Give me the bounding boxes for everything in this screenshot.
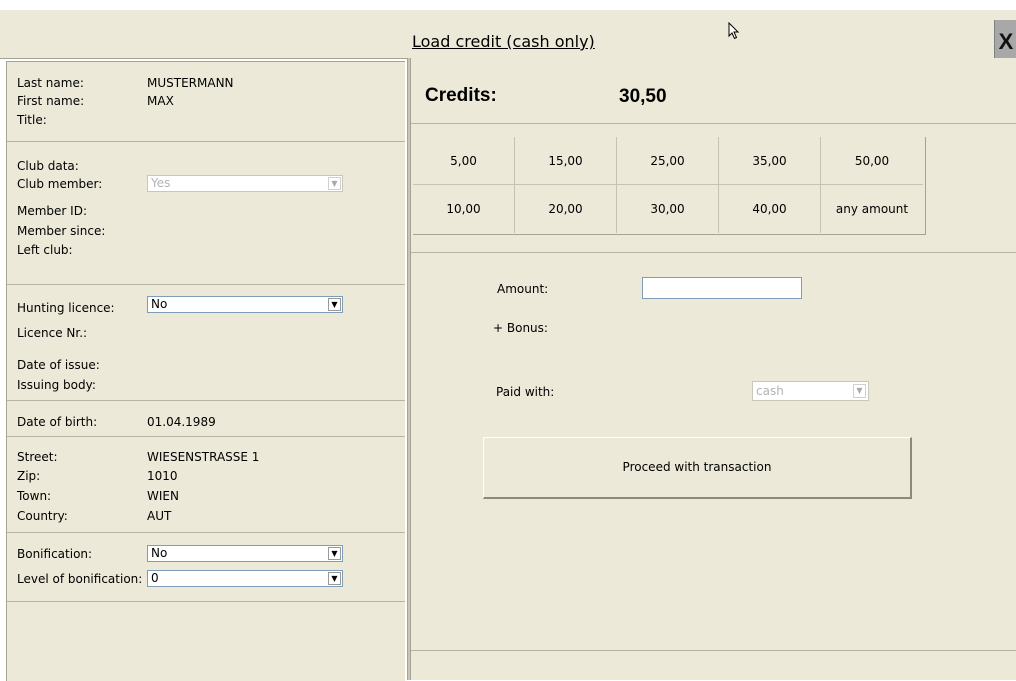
hunting-licence-label: Hunting licence: bbox=[17, 301, 115, 315]
level-of-bonification-value: 0 bbox=[151, 571, 159, 585]
amount-button[interactable]: 50,00 bbox=[821, 137, 923, 185]
date-of-birth-value: 01.04.1989 bbox=[147, 415, 216, 429]
credits-label: Credits: bbox=[425, 85, 497, 106]
date-of-issue-label: Date of issue: bbox=[17, 358, 100, 372]
date-of-birth-label: Date of birth: bbox=[17, 415, 98, 429]
bonus-label: + Bonus: bbox=[493, 321, 548, 335]
bonification-label: Bonification: bbox=[17, 547, 93, 561]
hunting-licence-select[interactable]: No ▼ bbox=[147, 296, 343, 313]
bonification-section: Bonification: No ▼ Level of bonification… bbox=[7, 533, 405, 602]
bonification-value: No bbox=[151, 546, 168, 560]
club-member-value: Yes bbox=[151, 176, 171, 190]
hunting-licence-section: Hunting licence: No ▼ Licence Nr.: Date … bbox=[7, 285, 405, 401]
member-since-label: Member since: bbox=[17, 224, 106, 238]
chevron-down-icon: ▼ bbox=[328, 572, 341, 585]
any-amount-button[interactable]: any amount bbox=[821, 185, 923, 233]
last-name-label: Last name: bbox=[17, 76, 84, 90]
chevron-down-icon: ▼ bbox=[853, 384, 866, 398]
title-label: Title: bbox=[17, 113, 47, 127]
paid-with-select[interactable]: cash ▼ bbox=[752, 381, 869, 401]
address-section: Street: WIESENSTRASSE 1 Zip: 1010 Town: … bbox=[7, 437, 405, 533]
level-of-bonification-label: Level of bonification: bbox=[17, 572, 143, 586]
hunting-licence-value: No bbox=[151, 297, 168, 311]
amount-button[interactable]: 5,00 bbox=[413, 137, 515, 185]
paid-with-value: cash bbox=[756, 384, 784, 398]
paid-with-label: Paid with: bbox=[496, 385, 555, 399]
amount-button[interactable]: 30,00 bbox=[617, 185, 719, 233]
name-section: Last name: MUSTERMANN First name: MAX Ti… bbox=[7, 62, 405, 142]
club-member-select[interactable]: Yes ▼ bbox=[147, 175, 343, 192]
birth-section: Date of birth: 01.04.1989 bbox=[7, 401, 405, 437]
chevron-down-icon: ▼ bbox=[328, 298, 341, 311]
first-name-value: MAX bbox=[147, 94, 174, 108]
amount-button[interactable]: 40,00 bbox=[719, 185, 821, 233]
amount-label: Amount: bbox=[497, 282, 549, 296]
amount-button[interactable]: 20,00 bbox=[515, 185, 617, 233]
top-margin bbox=[0, 0, 1016, 10]
chevron-down-icon: ▼ bbox=[328, 547, 341, 560]
chevron-down-icon: ▼ bbox=[328, 177, 341, 190]
amount-input[interactable] bbox=[642, 277, 802, 299]
load-credit-window: Load credit (cash only) X Last name: MUS… bbox=[0, 0, 1016, 681]
zip-value: 1010 bbox=[147, 469, 178, 483]
separator bbox=[411, 252, 1016, 253]
country-label: Country: bbox=[17, 509, 68, 523]
title-bar: Load credit (cash only) X bbox=[0, 10, 1016, 64]
proceed-with-transaction-button[interactable]: Proceed with transaction bbox=[483, 437, 912, 499]
zip-label: Zip: bbox=[17, 469, 41, 483]
amount-button[interactable]: 15,00 bbox=[515, 137, 617, 185]
customer-details-panel: Last name: MUSTERMANN First name: MAX Ti… bbox=[6, 61, 405, 681]
mouse-pointer-icon bbox=[728, 22, 740, 40]
separator bbox=[411, 650, 1016, 651]
window-title: Load credit (cash only) bbox=[412, 32, 595, 51]
club-member-label: Club member: bbox=[17, 177, 103, 191]
separator bbox=[411, 123, 1016, 124]
first-name-label: First name: bbox=[17, 94, 85, 108]
club-data-label: Club data: bbox=[17, 159, 79, 173]
last-name-value: MUSTERMANN bbox=[147, 76, 234, 90]
credits-value: 30,50 bbox=[619, 86, 667, 107]
club-section: Club data: Club member: Yes ▼ Member ID:… bbox=[7, 142, 405, 285]
issuing-body-label: Issuing body: bbox=[17, 378, 96, 392]
amount-button[interactable]: 35,00 bbox=[719, 137, 821, 185]
town-value: WIEN bbox=[147, 489, 179, 503]
amount-button[interactable]: 10,00 bbox=[413, 185, 515, 233]
street-value: WIESENSTRASSE 1 bbox=[147, 450, 260, 464]
country-value: AUT bbox=[147, 509, 172, 523]
left-club-label: Left club: bbox=[17, 243, 73, 257]
quick-amount-grid: 5,00 15,00 25,00 35,00 50,00 10,00 20,00… bbox=[413, 137, 926, 235]
credit-panel: Credits: 30,50 5,00 15,00 25,00 35,00 50… bbox=[411, 58, 1016, 680]
licence-nr-label: Licence Nr.: bbox=[17, 326, 88, 340]
town-label: Town: bbox=[17, 489, 52, 503]
amount-button[interactable]: 25,00 bbox=[617, 137, 719, 185]
street-label: Street: bbox=[17, 450, 58, 464]
level-of-bonification-select[interactable]: 0 ▼ bbox=[147, 570, 343, 587]
member-id-label: Member ID: bbox=[17, 204, 87, 218]
bonification-select[interactable]: No ▼ bbox=[147, 545, 343, 562]
